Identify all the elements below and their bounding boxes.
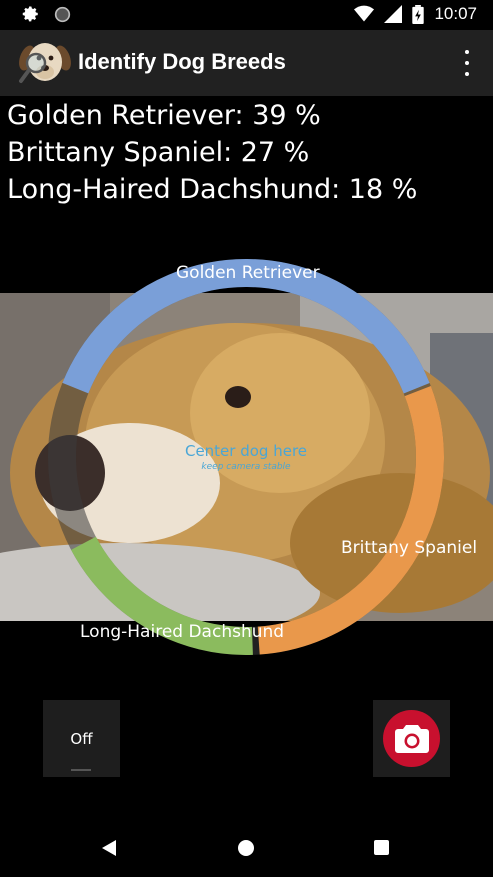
center-guide-subtext: keep camera stable bbox=[201, 462, 291, 472]
center-guide: Center dog here keep camera stable bbox=[150, 442, 342, 472]
flash-toggle-label: Off bbox=[70, 729, 93, 748]
back-icon[interactable] bbox=[100, 838, 118, 858]
capture-circle bbox=[383, 710, 440, 767]
toggle-indicator bbox=[71, 769, 91, 771]
center-guide-text: Center dog here bbox=[184, 442, 308, 460]
ring-label-long-haired-dachshund: Long-Haired Dachshund bbox=[80, 622, 285, 642]
navigation-bar bbox=[0, 800, 493, 877]
flash-toggle-button[interactable]: Off bbox=[43, 700, 120, 777]
home-icon[interactable] bbox=[238, 840, 254, 856]
camera-icon bbox=[394, 724, 429, 753]
ring-label-brittany-spaniel: Brittany Spaniel bbox=[341, 538, 478, 558]
ring-label-golden-retriever: Golden Retriever bbox=[176, 263, 320, 283]
recents-icon[interactable] bbox=[374, 840, 389, 855]
capture-button[interactable] bbox=[373, 700, 450, 777]
